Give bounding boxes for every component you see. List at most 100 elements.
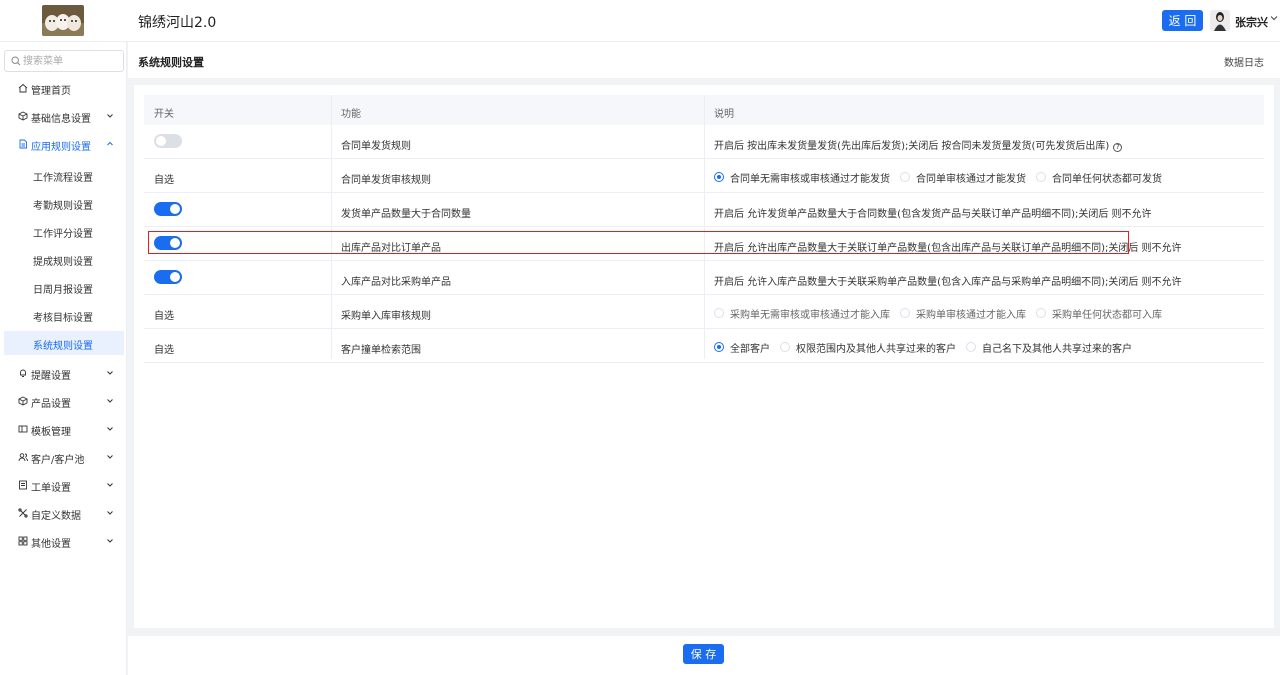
sidebar: 管理首页 基础信息设置 应用规则设置 工作流程设置 考勤规则设置 工作评分设置 … xyxy=(0,42,127,675)
search-icon xyxy=(11,56,21,66)
radio-option[interactable]: 权限范围内及其他人共享过来的客户 xyxy=(780,340,956,355)
rule-switch[interactable] xyxy=(154,270,182,284)
radio-dot xyxy=(714,308,724,318)
radio-dot xyxy=(1036,308,1046,318)
radio-option[interactable]: 采购单任何状态都可入库 xyxy=(1036,306,1162,321)
radio-dot xyxy=(714,342,724,352)
rule-switch[interactable] xyxy=(154,202,182,216)
radio-option[interactable]: 合同单审核通过才能发货 xyxy=(900,170,1026,185)
radio-option[interactable]: 采购单无需审核或审核通过才能入库 xyxy=(714,306,890,321)
ticket-icon xyxy=(19,480,27,490)
chevron-down-icon xyxy=(107,114,113,118)
custom-data-icon xyxy=(18,508,28,518)
sidebar-item-reminders[interactable]: 提醒设置 xyxy=(4,361,124,385)
rule-description: 开启后 允许出库产品数量大于关联订单产品数量(包含出库产品与关联订单产品明细不同… xyxy=(714,243,1182,254)
sidebar-item-label: 产品设置 xyxy=(31,399,71,410)
return-button[interactable]: 返 回 xyxy=(1162,10,1203,31)
help-icon[interactable]: ? xyxy=(1113,143,1123,152)
sidebar-item-home[interactable]: 管理首页 xyxy=(4,76,124,100)
sidebar-item-customers[interactable]: 客户/客户池 xyxy=(4,445,124,469)
avatar[interactable] xyxy=(1210,10,1230,31)
radio-group: 合同单无需审核或审核通过才能发货 合同单审核通过才能发货 合同单任何状态都可发货 xyxy=(714,170,1172,185)
rule-switch-custom: 自选 xyxy=(154,175,174,186)
sidebar-item-other[interactable]: 其他设置 xyxy=(4,529,124,553)
radio-option[interactable]: 合同单任何状态都可发货 xyxy=(1036,170,1162,185)
radio-label: 合同单任何状态都可发货 xyxy=(1052,173,1162,185)
chevron-down-icon xyxy=(107,483,113,487)
chevron-down-icon xyxy=(107,539,113,543)
radio-group: 全部客户 权限范围内及其他人共享过来的客户 自己名下及其他人共享过来的客户 xyxy=(714,340,1142,355)
sidebar-item-custom-data[interactable]: 自定义数据 xyxy=(4,501,124,525)
rules-panel: 开关 功能 说明 合同单发货规则 开启后 按出库未发货量发货(先出库后发货);关… xyxy=(134,85,1274,628)
column-header-description: 说明 xyxy=(714,109,734,120)
box-icon xyxy=(18,111,28,121)
chevron-down-icon xyxy=(107,511,113,515)
sidebar-item-work-orders[interactable]: 工单设置 xyxy=(4,473,124,497)
sidebar-subitem-targets[interactable]: 考核目标设置 xyxy=(4,303,124,327)
chevron-down-icon xyxy=(107,427,113,431)
sidebar-subitem-commission[interactable]: 提成规则设置 xyxy=(4,247,124,271)
rule-name: 发货单产品数量大于合同数量 xyxy=(341,209,471,220)
radio-option[interactable]: 自己名下及其他人共享过来的客户 xyxy=(966,340,1132,355)
sidebar-subitem-label: 日周月报设置 xyxy=(33,285,93,296)
sidebar-item-label: 自定义数据 xyxy=(31,511,81,522)
sidebar-subitem-work-rating[interactable]: 工作评分设置 xyxy=(4,219,124,243)
sidebar-subitem-label: 工作评分设置 xyxy=(33,229,93,240)
radio-label: 合同单审核通过才能发货 xyxy=(916,173,1026,185)
radio-option[interactable]: 采购单审核通过才能入库 xyxy=(900,306,1026,321)
app-title: 锦绣河山2.0 xyxy=(138,15,217,31)
document-icon xyxy=(19,139,27,149)
column-divider xyxy=(331,95,332,359)
rule-name: 采购单入库审核规则 xyxy=(341,311,431,322)
radio-dot xyxy=(900,172,910,182)
radio-dot xyxy=(780,342,790,352)
chevron-down-icon[interactable] xyxy=(1269,13,1279,23)
radio-dot xyxy=(900,308,910,318)
sidebar-item-label: 其他设置 xyxy=(31,539,71,550)
cube-icon xyxy=(18,396,28,406)
sidebar-item-label: 工单设置 xyxy=(31,483,71,494)
save-button[interactable]: 保 存 xyxy=(683,644,724,664)
sidebar-item-templates[interactable]: 模板管理 xyxy=(4,417,124,441)
sidebar-subitem-attendance[interactable]: 考勤规则设置 xyxy=(4,191,124,215)
radio-label: 合同单无需审核或审核通过才能发货 xyxy=(730,173,890,185)
radio-label: 自己名下及其他人共享过来的客户 xyxy=(982,343,1132,355)
sidebar-item-basic-info[interactable]: 基础信息设置 xyxy=(4,104,124,128)
sidebar-subitem-workflow[interactable]: 工作流程设置 xyxy=(4,163,124,187)
chevron-down-icon xyxy=(107,399,113,403)
app-logo xyxy=(42,5,84,36)
rule-description: 开启后 允许入库产品数量大于关联采购单产品数量(包含入库产品与采购单产品明细不同… xyxy=(714,277,1182,288)
radio-option[interactable]: 全部客户 xyxy=(714,340,770,355)
rule-description: 开启后 允许发货单产品数量大于合同数量(包含发货产品与关联订单产品明细不同);关… xyxy=(714,209,1152,220)
sidebar-item-label: 客户/客户池 xyxy=(31,455,85,466)
sidebar-item-app-rules[interactable]: 应用规则设置 xyxy=(4,132,124,156)
chevron-down-icon xyxy=(107,455,113,459)
sidebar-subitem-reports[interactable]: 日周月报设置 xyxy=(4,275,124,299)
rule-switch[interactable] xyxy=(154,236,182,250)
radio-dot xyxy=(714,172,724,182)
rule-switch[interactable] xyxy=(154,134,182,148)
column-header-function: 功能 xyxy=(341,109,361,120)
radio-label: 权限范围内及其他人共享过来的客户 xyxy=(796,343,956,355)
radio-label: 采购单审核通过才能入库 xyxy=(916,309,1026,321)
radio-dot xyxy=(1036,172,1046,182)
sidebar-item-products[interactable]: 产品设置 xyxy=(4,389,124,413)
users-icon xyxy=(18,453,28,462)
sidebar-subitem-system-rules[interactable]: 系统规则设置 xyxy=(4,331,124,355)
chevron-down-icon xyxy=(107,371,113,375)
rule-switch-custom: 自选 xyxy=(154,311,174,322)
rule-description-text: 开启后 按出库未发货量发货(先出库后发货);关闭后 按合同未发货量发货(可先发货… xyxy=(714,141,1110,152)
grid-icon xyxy=(18,536,28,546)
radio-option[interactable]: 合同单无需审核或审核通过才能发货 xyxy=(714,170,890,185)
sidebar-item-label: 管理首页 xyxy=(31,86,71,97)
footer-bar: 保 存 xyxy=(128,636,1280,675)
sidebar-item-label: 提醒设置 xyxy=(31,371,71,382)
username[interactable]: 张宗兴 xyxy=(1235,14,1268,30)
search-input[interactable] xyxy=(23,53,121,69)
rule-name: 出库产品对比订单产品 xyxy=(341,243,441,254)
data-log-link[interactable]: 数据日志 xyxy=(1224,54,1264,69)
column-divider xyxy=(704,95,705,359)
chevron-up-icon xyxy=(107,141,113,146)
search-box[interactable] xyxy=(4,50,124,72)
sidebar-item-label: 模板管理 xyxy=(31,427,71,438)
